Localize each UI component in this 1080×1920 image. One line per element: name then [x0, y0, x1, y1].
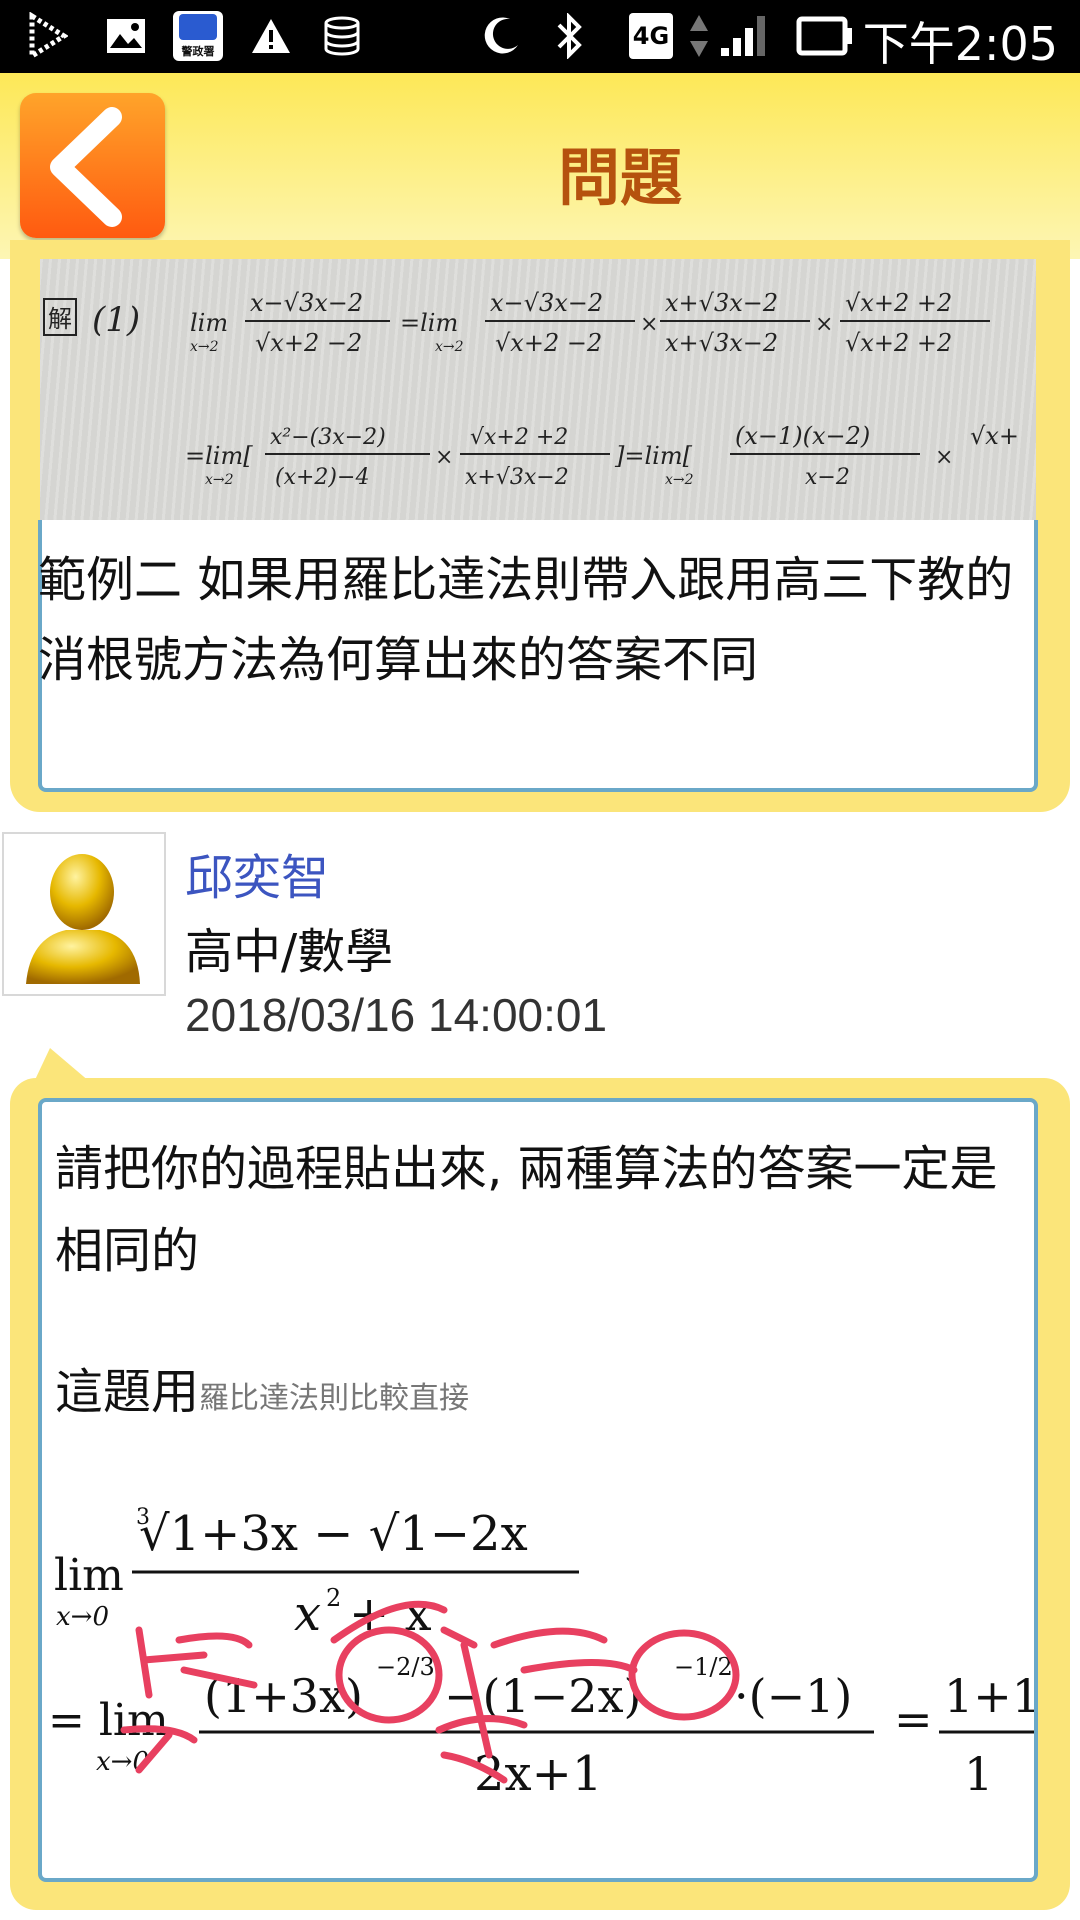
image-icon	[104, 10, 148, 62]
svg-text:x+√3x−2: x+√3x−2	[665, 329, 778, 357]
svg-text:−1/2: −1/2	[674, 1653, 733, 1681]
data-arrows-icon	[686, 10, 712, 62]
svg-text:×: ×	[935, 445, 953, 470]
avatar[interactable]	[2, 832, 166, 996]
svg-text:=: =	[894, 1692, 933, 1746]
svg-text:x−√3x−2: x−√3x−2	[490, 289, 603, 317]
svg-text:x→2: x→2	[190, 339, 219, 355]
play-store-icon	[28, 10, 68, 62]
signal-icon	[718, 10, 772, 62]
status-bar: 警政署 4G 下午2:05	[0, 0, 1080, 73]
svg-text:x→2: x→2	[665, 472, 694, 488]
svg-text:√x+2 +2: √x+2 +2	[845, 329, 952, 357]
svg-text:lim: lim	[54, 1550, 124, 1601]
moon-icon	[478, 10, 524, 62]
page-title: 問題	[557, 141, 682, 214]
answer-text-main: 這題用	[55, 1364, 200, 1420]
svg-text:解: 解	[48, 305, 72, 333]
answer-text-small: 羅比達法則比較直接	[199, 1381, 470, 1416]
answer-text: 請把你的過程貼出來, 兩種算法的答案一定是相同的	[55, 1141, 998, 1279]
svg-text:x→2: x→2	[435, 339, 464, 355]
svg-text:x−√3x−2: x−√3x−2	[250, 289, 363, 317]
answer-timestamp: 2018/03/16 14:00:01	[185, 989, 608, 1041]
svg-text:=lim: =lim	[400, 309, 458, 337]
svg-text:(x+2)−4: (x+2)−4	[275, 465, 369, 490]
svg-text:2: 2	[326, 1584, 341, 1612]
svg-text:√x+2 −2: √x+2 −2	[255, 329, 362, 357]
svg-text:x²−(3x−2): x²−(3x−2)	[270, 425, 386, 450]
database-icon	[322, 10, 362, 62]
svg-text:x: x	[294, 1586, 321, 1642]
svg-text:·(−1): ·(−1)	[734, 1669, 852, 1723]
network-4g-icon: 4G	[628, 10, 674, 62]
author-subject: 高中/數學	[185, 924, 394, 980]
app-badge-label: 警政署	[181, 45, 215, 58]
question-photo[interactable]: 解 (1) lim x→2 x−√3x−2 √x+2 −2 =lim x→2 x…	[40, 259, 1036, 521]
svg-text:×: ×	[640, 312, 658, 337]
limit-formula-image: lim x→0 3 √1+3x − √1−2x x 2 + x = lim x→…	[48, 1505, 1034, 1802]
svg-text:1+1: 1+1	[944, 1669, 1034, 1723]
svg-text:(x−1)(x−2): (x−1)(x−2)	[735, 422, 870, 450]
svg-text:]=lim[: ]=lim[	[614, 442, 693, 470]
question-text: 範例二 如果用羅比達法則帶入跟用高三下教的消根號方法為何算出來的答案不同	[38, 552, 1014, 688]
svg-text:lim: lim	[190, 309, 228, 337]
svg-text:1: 1	[964, 1747, 993, 1801]
svg-text:−2/3: −2/3	[376, 1653, 435, 1681]
svg-text:×: ×	[815, 312, 833, 337]
svg-text:√x+: √x+	[970, 422, 1019, 450]
svg-text:√x+2 +2: √x+2 +2	[845, 289, 952, 317]
svg-text:×: ×	[435, 445, 453, 470]
bubble-tail	[34, 1048, 90, 1082]
battery-icon	[796, 10, 854, 62]
svg-text:√x+2 +2: √x+2 +2	[470, 425, 568, 450]
user-avatar-icon	[26, 854, 140, 984]
svg-text:x+√3x−2: x+√3x−2	[465, 465, 569, 490]
warning-icon	[248, 10, 294, 62]
header-bar: 問題	[0, 73, 1080, 259]
status-time: 下午2:05	[862, 17, 1058, 71]
formula-image[interactable]: lim x→0 3 √1+3x − √1−2x x 2 + x = lim x→…	[44, 1480, 1034, 1820]
svg-text:x−2: x−2	[805, 465, 850, 490]
answer-text-second: 這題用羅比達法則比較直接	[55, 1352, 469, 1422]
svg-text:x→0: x→0	[56, 1602, 109, 1632]
svg-text:x+√3x−2: x+√3x−2	[665, 289, 778, 317]
bluetooth-icon	[552, 10, 588, 62]
svg-text:x→2: x→2	[205, 472, 234, 488]
svg-text:=lim[: =lim[	[185, 442, 253, 470]
svg-text:√x+2 −2: √x+2 −2	[495, 329, 602, 357]
author-name[interactable]: 邱奕智	[185, 838, 329, 908]
network-label: 4G	[629, 13, 673, 59]
svg-text:√1+3x − √1−2x: √1+3x − √1−2x	[139, 1506, 528, 1562]
svg-text:(1): (1)	[92, 300, 140, 340]
police-app-icon: 警政署	[172, 10, 224, 62]
svg-text:= lim: = lim	[48, 1695, 169, 1746]
math-photo-image: 解 (1) lim x→2 x−√3x−2 √x+2 −2 =lim x→2 x…	[43, 289, 1019, 490]
